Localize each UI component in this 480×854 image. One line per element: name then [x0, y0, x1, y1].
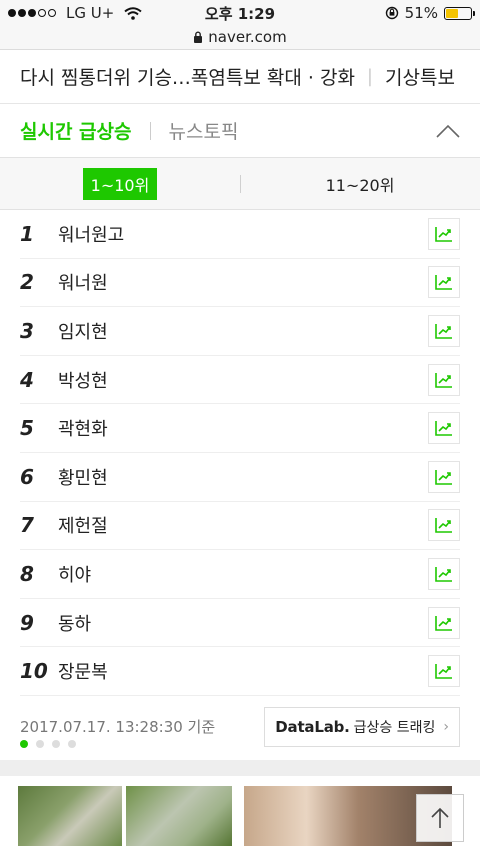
datalab-logo: DataLab.	[275, 717, 350, 736]
rank-keyword[interactable]: 곽현화	[58, 415, 428, 441]
datalab-tracking-button[interactable]: DataLab. 급상승 트래킹 ›	[264, 706, 460, 747]
page-indicator	[20, 739, 76, 748]
datalab-label: 급상승 트래킹	[353, 719, 436, 736]
ranking-row[interactable]: 1 워너원고	[20, 210, 460, 259]
rank-number: 5	[20, 416, 34, 441]
page-dot[interactable]	[52, 739, 60, 748]
ranking-row[interactable]: 6 황민현	[20, 453, 460, 502]
ranking-row[interactable]: 5 곽현화	[20, 404, 460, 453]
news-thumbnail[interactable]	[18, 785, 122, 846]
rank-keyword[interactable]: 임지현	[58, 318, 428, 344]
range-tabs: 1~10위 11~20위	[0, 158, 480, 210]
trend-chart-icon	[435, 518, 452, 534]
page-dot[interactable]	[36, 739, 44, 748]
rank-keyword[interactable]: 장문복	[58, 658, 428, 684]
ranking-row[interactable]: 10 장문복	[20, 647, 460, 696]
trend-chart-button[interactable]	[428, 363, 460, 396]
rotation-lock-icon	[385, 6, 398, 20]
rank-number: 3	[20, 318, 34, 343]
trend-chart-button[interactable]	[428, 460, 460, 493]
rank-keyword[interactable]: 황민현	[58, 464, 428, 490]
trend-chart-button[interactable]	[428, 266, 460, 299]
rank-keyword[interactable]: 워너원	[58, 269, 428, 295]
scroll-to-top-button[interactable]	[416, 793, 464, 842]
tab-rank-11-20[interactable]: 11~20위	[326, 172, 395, 196]
trend-chart-button[interactable]	[428, 509, 460, 542]
section-divider	[0, 759, 480, 776]
ranking-row[interactable]: 7 제헌절	[20, 502, 460, 551]
rank-keyword[interactable]: 동하	[58, 610, 428, 636]
headline-category[interactable]: 기상특보	[385, 63, 455, 90]
ranking-list: 1 워너원고 2 워너원 3 임지현 4 박성현 5 곽현화 6 황민현 7 제헌절 8 히야 9 동하 10 장문복	[0, 210, 480, 696]
chevron-right-icon: ›	[443, 718, 449, 735]
rank-number: 1	[20, 221, 34, 246]
trend-chart-icon	[435, 664, 452, 679]
trend-chart-button[interactable]	[428, 217, 460, 250]
headline-text[interactable]: 다시 찜통더위 기승…폭염특보 확대 · 강화	[20, 63, 355, 90]
trend-chart-icon	[435, 469, 452, 485]
trend-chart-icon	[435, 421, 452, 436]
status-bar: LG U+ 오후 1:29 51% naver.com	[0, 0, 480, 50]
range-divider	[240, 175, 241, 193]
rank-keyword[interactable]: 박성현	[58, 367, 428, 393]
page-dot[interactable]	[68, 739, 76, 748]
page-dot[interactable]	[20, 739, 28, 748]
ranking-row[interactable]: 3 임지현	[20, 307, 460, 356]
signal-dots-icon	[8, 9, 56, 17]
trend-chart-button[interactable]	[428, 655, 460, 688]
rank-keyword[interactable]: 히야	[58, 561, 428, 587]
ranking-row[interactable]: 8 히야	[20, 550, 460, 599]
ranking-row[interactable]: 9 동하	[20, 599, 460, 648]
ranking-row[interactable]: 2 워너원	[20, 259, 460, 308]
lock-icon	[194, 31, 203, 43]
news-thumbnail[interactable]	[126, 785, 232, 846]
signal-strength: LG U+	[8, 4, 142, 22]
chevron-up-icon[interactable]	[436, 122, 460, 140]
carrier-name: LG U+	[66, 4, 115, 22]
battery-percent: 51%	[404, 4, 438, 22]
trend-chart-button[interactable]	[428, 606, 460, 639]
headline-separator: |	[366, 66, 373, 87]
trend-chart-button[interactable]	[428, 412, 460, 445]
trend-chart-icon	[435, 566, 452, 582]
wifi-icon	[124, 6, 142, 20]
arrow-up-icon	[431, 807, 449, 828]
rank-number: 9	[20, 610, 34, 635]
trend-chart-icon	[435, 323, 452, 339]
rank-number: 7	[20, 513, 34, 538]
tab-divider	[149, 121, 151, 140]
battery-icon	[444, 6, 475, 20]
ranking-tabs: 실시간 급상승 뉴스토픽	[0, 104, 480, 158]
rank-keyword[interactable]: 제헌절	[58, 512, 428, 538]
ranking-row[interactable]: 4 박성현	[20, 356, 460, 405]
trend-chart-icon	[435, 615, 452, 631]
trend-chart-button[interactable]	[428, 314, 460, 347]
rank-number: 4	[20, 367, 34, 392]
address-bar[interactable]: naver.com	[0, 26, 480, 48]
trend-chart-icon	[435, 372, 452, 388]
update-timestamp: 2017.07.17. 13:28:30 기준	[20, 718, 216, 737]
tab-news-topic[interactable]: 뉴스토픽	[169, 117, 239, 144]
url-text: naver.com	[208, 28, 287, 46]
rank-number: 6	[20, 464, 34, 489]
rank-number: 2	[20, 270, 34, 295]
rank-keyword[interactable]: 워너원고	[58, 221, 428, 247]
news-thumbnails	[0, 776, 480, 846]
trend-chart-icon	[435, 226, 452, 242]
ranking-footer: 2017.07.17. 13:28:30 기준 DataLab. 급상승 트래킹…	[0, 696, 480, 758]
rank-number: 8	[20, 561, 34, 586]
tab-realtime-rising[interactable]: 실시간 급상승	[20, 117, 132, 144]
rank-number: 10	[20, 659, 48, 684]
tab-rank-1-10[interactable]: 1~10위	[82, 167, 158, 200]
headline-ticker[interactable]: 다시 찜통더위 기승…폭염특보 확대 · 강화 | 기상특보	[0, 50, 480, 104]
trend-chart-button[interactable]	[428, 557, 460, 590]
trend-chart-icon	[435, 275, 452, 291]
